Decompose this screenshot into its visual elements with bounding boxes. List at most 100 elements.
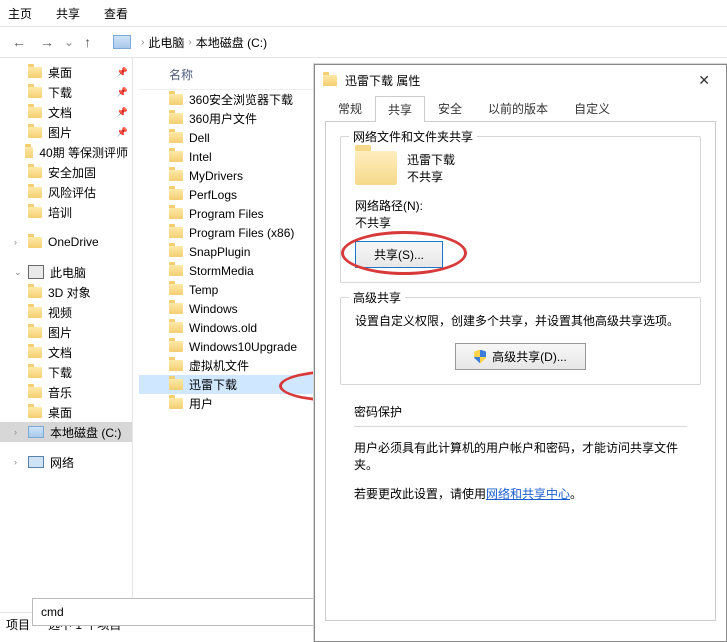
breadcrumb[interactable]: › 此电脑 › 本地磁盘 (C:) [141,34,267,51]
sidebar-item[interactable]: 文档📌 [0,102,132,122]
pin-icon: 📌 [117,67,128,78]
folder-icon [169,132,183,143]
sidebar-item[interactable]: 培训 [0,202,132,222]
folder-icon [169,341,183,352]
folder-icon [28,207,42,218]
breadcrumb-drive[interactable]: 本地磁盘 (C:) [196,34,267,51]
tab-sharing[interactable]: 共享 [375,96,425,122]
folder-icon [169,113,183,124]
folder-icon [169,398,183,409]
folder-icon [169,265,183,276]
sidebar-item[interactable]: 桌面📌 [0,62,132,82]
folder-icon [169,322,183,333]
folder-icon [28,407,42,418]
sidebar-item[interactable]: 桌面 [0,402,132,422]
sidebar-item[interactable]: 风险评估 [0,182,132,202]
advanced-share-button[interactable]: 高级共享(D)... [455,343,586,370]
folder-icon [169,94,183,105]
sidebar: 桌面📌下载📌文档📌图片📌40期 等保测评师安全加固风险评估培训›OneDrive… [0,58,133,612]
sidebar-item[interactable]: ⌄此电脑 [0,262,132,282]
close-icon[interactable]: ✕ [690,72,718,89]
share-button[interactable]: 共享(S)... [355,241,443,268]
tab-customize[interactable]: 自定义 [561,95,623,121]
pin-icon: 📌 [117,87,128,98]
properties-dialog: 迅雷下载 属性 ✕ 常规 共享 安全 以前的版本 自定义 网络文件和文件夹共享 … [314,64,727,642]
folder-icon [169,208,183,219]
group-advanced-share: 高级共享 设置自定义权限，创建多个共享，并设置其他高级共享选项。 高级共享(D)… [340,297,701,385]
folder-icon [169,189,183,200]
sidebar-item[interactable]: ›本地磁盘 (C:) [0,422,132,442]
folder-icon [169,246,183,257]
sidebar-item[interactable]: 下载 [0,362,132,382]
shield-icon [474,350,486,364]
network-sharing-center-link[interactable]: 网络和共享中心 [486,487,570,501]
folder-icon [28,287,42,298]
pc-icon [28,265,44,279]
tab-previous-versions[interactable]: 以前的版本 [475,95,561,121]
tab-view[interactable]: 查看 [104,5,128,22]
tab-general[interactable]: 常规 [325,95,375,121]
sidebar-item[interactable]: 图片 [0,322,132,342]
dialog-titlebar: 迅雷下载 属性 ✕ [315,65,726,95]
pin-icon: 📌 [117,127,128,138]
group-title-advanced: 高级共享 [349,289,405,306]
folder-icon [28,327,42,338]
password-desc-2: 若要更改此设置，请使用网络和共享中心。 [354,485,687,502]
dialog-tabs: 常规 共享 安全 以前的版本 自定义 [325,95,716,122]
folder-icon [28,367,42,378]
folder-icon [28,127,42,138]
dialog-title: 迅雷下载 属性 [345,72,420,89]
pin-icon: 📌 [117,107,128,118]
sidebar-item[interactable]: 图片📌 [0,122,132,142]
sidebar-item[interactable]: 下载📌 [0,82,132,102]
nav-back[interactable]: ← [8,34,30,50]
share-status: 不共享 [407,168,455,185]
folder-icon [323,75,337,86]
sidebar-item[interactable]: 视频 [0,302,132,322]
advanced-share-button-label: 高级共享(D)... [492,348,567,365]
sidebar-item[interactable]: 安全加固 [0,162,132,182]
sidebar-item[interactable]: ›OneDrive [0,232,132,252]
network-path-value: 不共享 [355,214,686,231]
tab-share[interactable]: 共享 [56,5,80,22]
sidebar-item[interactable]: 3D 对象 [0,282,132,302]
sidebar-item[interactable]: 文档 [0,342,132,362]
folder-icon [28,67,42,78]
advanced-share-desc: 设置自定义权限，创建多个共享，并设置其他高级共享选项。 [355,312,686,329]
group-network-share: 网络文件和文件夹共享 迅雷下载 不共享 网络路径(N): 不共享 共享(S)..… [340,136,701,283]
folder-icon [355,151,397,185]
dialog-body: 网络文件和文件夹共享 迅雷下载 不共享 网络路径(N): 不共享 共享(S)..… [325,122,716,621]
network-path-label: 网络路径(N): [355,197,686,214]
breadcrumb-pc[interactable]: 此电脑 [148,34,184,51]
folder-icon [28,167,42,178]
drive-icon [28,426,44,438]
monitor-icon [28,456,44,468]
folder-icon [169,379,183,390]
folder-icon [28,187,42,198]
password-desc-1: 用户必须具有此计算机的用户帐户和密码，才能访问共享文件夹。 [354,439,687,473]
folder-icon [25,147,33,158]
folder-icon [28,107,42,118]
drive-icon [113,35,131,49]
nav-dropdown[interactable]: ⌄ [64,35,74,49]
folder-icon [28,307,42,318]
status-items: 项目 [6,616,30,633]
folder-icon [169,227,183,238]
folder-icon [169,170,183,181]
group-title-password: 密码保护 [354,405,402,419]
nav-forward[interactable]: → [36,34,58,50]
sidebar-item[interactable]: 40期 等保测评师 [0,142,132,162]
folder-icon [169,303,183,314]
folder-icon [169,284,183,295]
tab-security[interactable]: 安全 [425,95,475,121]
sidebar-item[interactable]: 音乐 [0,382,132,402]
nav-up[interactable]: ↑ [80,34,95,50]
share-folder-name: 迅雷下载 [407,151,455,168]
tab-home[interactable]: 主页 [8,5,32,22]
folder-icon [169,151,183,162]
folder-icon [28,237,42,248]
folder-icon [28,87,42,98]
folder-icon [28,347,42,358]
sidebar-item[interactable]: ›网络 [0,452,132,472]
nav-bar: ← → ⌄ ↑ › 此电脑 › 本地磁盘 (C:) [0,27,727,58]
